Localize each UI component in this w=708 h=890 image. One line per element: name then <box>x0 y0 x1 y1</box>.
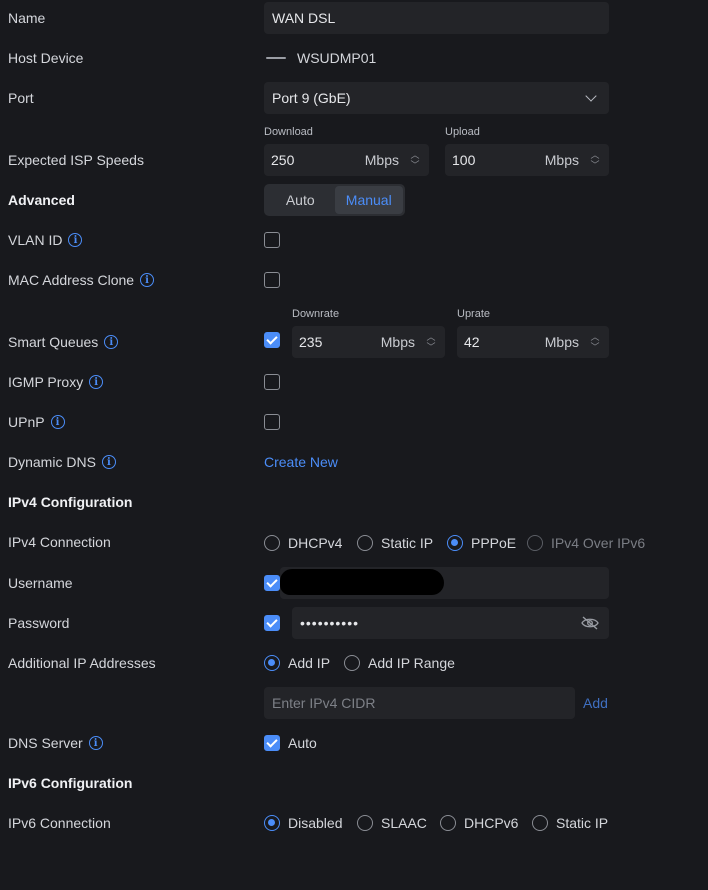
stepper-icon[interactable]: ︿ ﹀ <box>589 332 601 351</box>
username-label: Username <box>8 575 73 591</box>
igmp-proxy-label: IGMP Proxy i <box>8 374 104 390</box>
info-icon[interactable]: i <box>89 375 104 389</box>
ipv4-static-ip-label[interactable]: Static IP <box>381 535 433 551</box>
redaction-mark <box>280 569 444 595</box>
info-icon[interactable]: i <box>68 233 83 247</box>
name-input[interactable]: WAN DSL <box>264 2 609 34</box>
add-ip-label[interactable]: Add IP <box>288 655 330 671</box>
eye-off-icon[interactable] <box>581 616 599 630</box>
stepper-icon[interactable]: ︿ ﹀ <box>589 150 601 169</box>
smart-queues-label: Smart Queues i <box>8 334 119 350</box>
ipv6-dhcpv6-radio[interactable] <box>440 815 456 831</box>
mac-clone-label: MAC Address Clone i <box>8 272 155 288</box>
host-device-label: Host Device <box>8 50 84 66</box>
dns-auto-checkbox[interactable] <box>264 735 280 751</box>
info-icon[interactable]: i <box>104 335 119 349</box>
vlan-id-label: VLAN ID i <box>8 232 83 248</box>
upload-speed-input[interactable]: 100 Mbps ︿ ﹀ <box>445 144 609 176</box>
add-ip-radio[interactable] <box>264 655 280 671</box>
ipv6-disabled-radio[interactable] <box>264 815 280 831</box>
password-label: Password <box>8 615 70 631</box>
ipv6-dhcpv6-label[interactable]: DHCPv6 <box>464 815 518 831</box>
download-caption: Download <box>264 126 313 138</box>
add-ip-range-label[interactable]: Add IP Range <box>368 655 455 671</box>
upload-caption: Upload <box>445 126 480 138</box>
port-label: Port <box>8 90 34 106</box>
password-checkbox[interactable] <box>264 615 280 631</box>
ipv4-pppoe-radio[interactable] <box>447 535 463 551</box>
ipv6-static-ip-label[interactable]: Static IP <box>556 815 608 831</box>
ipv6-disabled-label[interactable]: Disabled <box>288 815 342 831</box>
ipv4-dhcpv4-radio[interactable] <box>264 535 280 551</box>
port-select[interactable]: Port 9 (GbE) <box>264 82 609 114</box>
ipv4-static-ip-radio[interactable] <box>357 535 373 551</box>
dns-server-label: DNS Server i <box>8 735 103 751</box>
info-icon[interactable]: i <box>50 415 65 429</box>
advanced-label: Advanced <box>8 192 75 208</box>
uprate-input[interactable]: 42 Mbps ︿ ﹀ <box>457 326 609 358</box>
advanced-auto-option[interactable]: Auto <box>266 186 335 214</box>
ipv4-section-title: IPv4 Configuration <box>8 494 133 510</box>
ipv6-static-ip-radio[interactable] <box>532 815 548 831</box>
host-device-value: WSUDMP01 <box>266 50 376 66</box>
ipv4-over-ipv6-radio <box>527 535 543 551</box>
mac-clone-checkbox[interactable] <box>264 272 280 288</box>
stepper-icon[interactable]: ︿ ﹀ <box>425 332 437 351</box>
ipv6-slaac-label[interactable]: SLAAC <box>381 815 427 831</box>
ipv4-dhcpv4-label[interactable]: DHCPv4 <box>288 535 342 551</box>
add-ip-range-radio[interactable] <box>344 655 360 671</box>
device-dash-icon <box>266 57 286 59</box>
add-cidr-button[interactable]: Add <box>583 695 608 711</box>
isp-speeds-label: Expected ISP Speeds <box>8 152 144 168</box>
additional-ip-label: Additional IP Addresses <box>8 655 156 671</box>
ipv6-section-title: IPv6 Configuration <box>8 775 133 791</box>
info-icon[interactable]: i <box>140 273 155 287</box>
advanced-toggle[interactable]: Auto Manual <box>264 184 405 216</box>
info-icon[interactable]: i <box>88 736 103 750</box>
downrate-caption: Downrate <box>292 308 340 320</box>
stepper-icon[interactable]: ︿ ﹀ <box>409 150 421 169</box>
dns-auto-label[interactable]: Auto <box>288 735 317 751</box>
ipv6-connection-label: IPv6 Connection <box>8 815 111 831</box>
ipv6-slaac-radio[interactable] <box>357 815 373 831</box>
name-label: Name <box>8 10 46 26</box>
smart-queues-checkbox[interactable] <box>264 332 280 348</box>
ipv4-over-ipv6-label: IPv4 Over IPv6 <box>551 535 646 551</box>
ipv4-cidr-input[interactable]: Enter IPv4 CIDR <box>264 687 575 719</box>
uprate-caption: Uprate <box>457 308 491 320</box>
ipv4-pppoe-label[interactable]: PPPoE <box>471 535 516 551</box>
username-checkbox[interactable] <box>264 575 280 591</box>
advanced-manual-option[interactable]: Manual <box>334 186 403 214</box>
info-icon[interactable]: i <box>101 455 116 469</box>
upnp-label: UPnP i <box>8 414 65 430</box>
download-speed-input[interactable]: 250 Mbps ︿ ﹀ <box>264 144 429 176</box>
igmp-proxy-checkbox[interactable] <box>264 374 280 390</box>
ipv4-connection-label: IPv4 Connection <box>8 534 111 550</box>
downrate-input[interactable]: 235 Mbps ︿ ﹀ <box>292 326 445 358</box>
dynamic-dns-label: Dynamic DNS i <box>8 454 116 470</box>
vlan-id-checkbox[interactable] <box>264 232 280 248</box>
upnp-checkbox[interactable] <box>264 414 280 430</box>
password-input[interactable]: •••••••••• <box>292 607 609 639</box>
create-new-link[interactable]: Create New <box>264 454 338 470</box>
